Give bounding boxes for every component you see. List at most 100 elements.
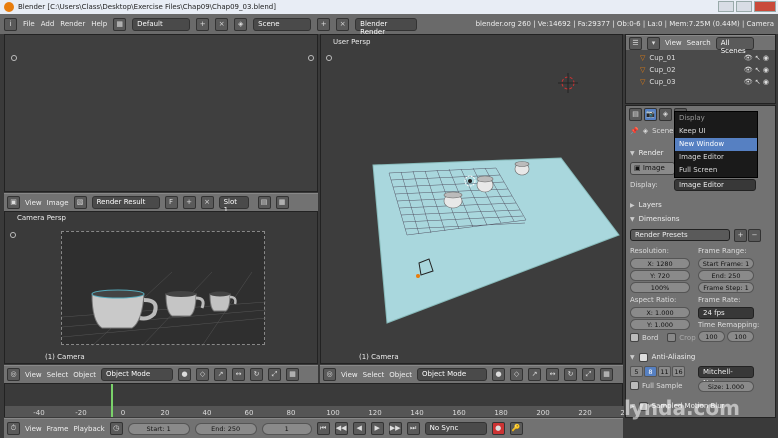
add-image-icon[interactable]: +: [182, 196, 196, 209]
remap-new-field[interactable]: 100: [727, 331, 754, 342]
aa-size-field[interactable]: Size: 1.000: [698, 381, 754, 392]
full-sample-option[interactable]: Full Sample: [630, 381, 682, 390]
menu-view[interactable]: View: [25, 425, 42, 433]
border-option[interactable]: Bord Crop: [630, 333, 696, 342]
editor-type-icon[interactable]: ◎: [323, 368, 336, 381]
translate-icon[interactable]: ↔: [232, 368, 246, 381]
visibility-icon[interactable]: 👁 ↖ ◉: [744, 52, 769, 64]
keying-set-icon[interactable]: 🔑: [509, 422, 523, 435]
menu-select[interactable]: Select: [47, 371, 69, 379]
add-scene-icon[interactable]: +: [317, 17, 331, 31]
fps-select[interactable]: 24 fps: [698, 307, 754, 319]
aa-sample-8[interactable]: 8: [644, 366, 657, 377]
remove-preset-icon[interactable]: −: [748, 229, 761, 242]
popup-item-image-editor[interactable]: Image Editor: [675, 151, 757, 164]
screen-layout-icon[interactable]: ▦: [113, 17, 127, 31]
area-corner-icon[interactable]: [308, 55, 314, 61]
remove-image-icon[interactable]: ×: [200, 196, 214, 209]
menu-select[interactable]: Select: [363, 371, 385, 379]
anti-aliasing-panel-header[interactable]: ▼ Anti-Aliasing: [630, 351, 695, 363]
resolution-x-field[interactable]: X: 1280: [630, 258, 690, 269]
editor-type-icon[interactable]: ◎: [7, 368, 20, 381]
scale-icon[interactable]: ⤢: [268, 368, 282, 381]
visibility-icon[interactable]: 👁 ↖ ◉: [744, 64, 769, 76]
render-image-button[interactable]: ▣ Image: [630, 162, 675, 175]
layers-icon[interactable]: ▦: [600, 368, 614, 381]
outliner-item[interactable]: ▽ Cup_02 👁 ↖ ◉: [640, 64, 775, 76]
menu-search[interactable]: Search: [687, 39, 711, 47]
aa-sample-5[interactable]: 5: [630, 366, 643, 377]
manipulator-icon[interactable]: ↗: [214, 368, 228, 381]
timeline-area[interactable]: -40-200204060801001201401601802002202402…: [4, 383, 676, 417]
start-frame-field[interactable]: Start: 1: [127, 422, 190, 435]
image-name-field[interactable]: Render Result: [91, 196, 160, 209]
pivot-icon[interactable]: ◇: [196, 368, 210, 381]
frame-step-field[interactable]: Frame Step: 1: [698, 282, 754, 293]
resolution-y-field[interactable]: Y: 720: [630, 270, 690, 281]
camera-view-area[interactable]: Camera Persp (1) Camera: [4, 211, 318, 364]
menu-object[interactable]: Object: [73, 371, 96, 379]
outliner-item[interactable]: ▽ Cup_03 👁 ↖ ◉: [640, 76, 775, 88]
render-presets-select[interactable]: Render Presets: [630, 229, 730, 241]
maximize-button[interactable]: [736, 1, 752, 12]
preview-range-icon[interactable]: ◷: [109, 422, 123, 435]
editor-type-icon[interactable]: ▤: [629, 107, 642, 121]
resolution-percent-field[interactable]: 100%: [630, 282, 690, 293]
crop-checkbox[interactable]: [667, 333, 677, 342]
editor-type-icon[interactable]: i: [4, 17, 17, 31]
scene-icon[interactable]: ◈: [234, 17, 248, 31]
rotate-icon[interactable]: ↻: [250, 368, 264, 381]
play-icon[interactable]: ▶: [370, 422, 384, 435]
scene-field[interactable]: Scene: [253, 17, 312, 31]
3d-viewport[interactable]: User Persp (1) Camera: [320, 34, 623, 364]
render-engine-select[interactable]: Blender Render: [355, 17, 418, 36]
shading-icon[interactable]: ●: [492, 368, 506, 381]
menu-object[interactable]: Object: [389, 371, 412, 379]
aa-filter-select[interactable]: Mitchell-Netrav: [698, 366, 754, 387]
current-frame-field[interactable]: 1: [261, 422, 312, 435]
layers-icon[interactable]: ▦: [286, 368, 300, 381]
timeline-ruler[interactable]: -40-200204060801001201401601802002202402…: [5, 406, 676, 417]
alpha-icon[interactable]: ▦: [275, 196, 289, 209]
remove-scene-icon[interactable]: ×: [336, 17, 350, 31]
popup-item-full-screen[interactable]: Full Screen: [675, 164, 757, 177]
dimensions-panel-header[interactable]: ▼ Dimensions: [630, 213, 679, 225]
next-key-icon[interactable]: ▶▶: [388, 422, 402, 435]
current-frame-line[interactable]: [111, 384, 113, 417]
translate-icon[interactable]: ↔: [546, 368, 560, 381]
menu-render[interactable]: Render: [60, 20, 85, 28]
menu-playback[interactable]: Playback: [73, 425, 104, 433]
menu-view[interactable]: View: [25, 371, 42, 379]
aa-sample-16[interactable]: 16: [672, 366, 685, 377]
close-button[interactable]: [754, 1, 776, 12]
layers-panel-header[interactable]: ▶ Layers: [630, 199, 662, 211]
menu-view[interactable]: View: [25, 199, 42, 207]
pivot-icon[interactable]: ◇: [510, 368, 524, 381]
editor-type-icon[interactable]: ☰: [629, 36, 642, 50]
menu-view[interactable]: View: [341, 371, 358, 379]
mode-select[interactable]: Object Mode: [417, 368, 488, 381]
aa-sample-11[interactable]: 11: [658, 366, 671, 377]
full-sample-checkbox[interactable]: [630, 381, 639, 390]
mode-select[interactable]: Object Mode: [101, 368, 174, 381]
editor-type-icon[interactable]: ⏱: [7, 422, 20, 435]
record-icon[interactable]: ●: [491, 422, 505, 435]
aspect-y-field[interactable]: Y: 1.000: [630, 319, 690, 330]
visibility-icon[interactable]: 👁 ↖ ◉: [744, 76, 769, 88]
remove-layout-icon[interactable]: ×: [215, 17, 229, 31]
remap-old-field[interactable]: 100: [698, 331, 725, 342]
scale-icon[interactable]: ⤢: [582, 368, 596, 381]
rotate-icon[interactable]: ↻: [564, 368, 578, 381]
add-layout-icon[interactable]: +: [196, 17, 210, 31]
channels-icon[interactable]: ▤: [257, 196, 271, 209]
editor-type-icon[interactable]: ▣: [7, 196, 20, 209]
render-tab-icon[interactable]: 📷: [644, 107, 657, 121]
menu-view[interactable]: View: [665, 39, 682, 47]
popup-item-keep-ui[interactable]: Keep UI: [675, 125, 757, 138]
jump-start-icon[interactable]: ⏮: [316, 422, 330, 435]
screen-layout-field[interactable]: Default: [132, 17, 191, 31]
sync-select[interactable]: No Sync: [424, 422, 487, 435]
outliner-filter[interactable]: All Scenes: [715, 36, 754, 55]
fake-user-icon[interactable]: F: [164, 196, 178, 209]
aspect-x-field[interactable]: X: 1.000: [630, 307, 690, 318]
